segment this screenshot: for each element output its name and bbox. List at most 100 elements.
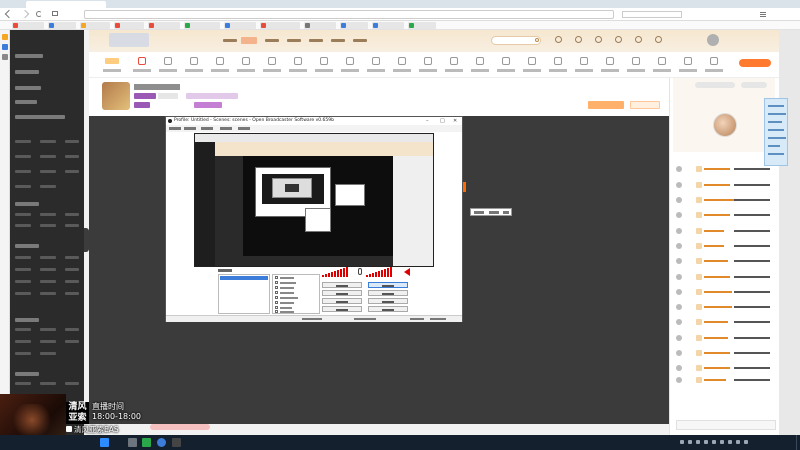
nav-sub-item[interactable]	[40, 256, 56, 259]
browser-tab-active[interactable]	[26, 1, 106, 8]
streamer-avatar[interactable]	[713, 113, 737, 137]
maximize-icon[interactable]: □	[440, 118, 445, 124]
obs-edit-scene-button[interactable]	[322, 290, 362, 296]
category-item[interactable]	[129, 56, 155, 76]
nav-sub-item[interactable]	[15, 382, 31, 385]
nav-item[interactable]	[15, 70, 39, 74]
bookmark-item[interactable]	[12, 22, 44, 29]
nav-sub-item[interactable]	[40, 155, 56, 158]
tray-icon[interactable]	[688, 440, 692, 444]
room-avatar[interactable]	[102, 82, 130, 110]
obs-exit-button[interactable]	[368, 306, 408, 312]
tray-icon[interactable]	[720, 440, 724, 444]
nav-sub-item[interactable]	[40, 213, 56, 216]
obs-menu-item[interactable]	[184, 127, 196, 130]
chat-input[interactable]	[676, 420, 776, 430]
context-menu-item[interactable]	[474, 211, 484, 214]
obs-settings-button[interactable]	[322, 282, 362, 288]
open-live-button[interactable]	[739, 59, 771, 67]
bookmark-item[interactable]	[304, 22, 336, 29]
nav-sub-item[interactable]	[15, 170, 31, 173]
category-item[interactable]	[675, 56, 701, 76]
report-button[interactable]	[630, 101, 660, 109]
bookmark-item[interactable]	[408, 22, 436, 29]
obs-preview[interactable]	[194, 133, 434, 267]
mic-volume-meter[interactable]	[322, 267, 356, 277]
taskbar-app-icon[interactable]	[172, 438, 181, 447]
category-item[interactable]	[415, 56, 441, 76]
header-icon[interactable]	[575, 36, 582, 43]
nav-link[interactable]	[331, 39, 345, 42]
obs-menu-item[interactable]	[169, 127, 181, 130]
category-item[interactable]	[701, 56, 727, 76]
category-item[interactable]	[233, 56, 259, 76]
nav-sub-item[interactable]	[40, 170, 56, 173]
nav-sub-item[interactable]	[65, 280, 79, 283]
context-menu-item[interactable]	[503, 211, 509, 214]
side-widget[interactable]	[764, 98, 788, 166]
header-icon[interactable]	[655, 36, 662, 43]
nav-sub-item[interactable]	[15, 185, 31, 188]
windows-start-icon[interactable]	[100, 438, 109, 447]
nav-link[interactable]	[265, 39, 279, 42]
taskbar-clock[interactable]	[760, 437, 786, 448]
nav-sub-item[interactable]	[65, 268, 79, 271]
nav-sub-item[interactable]	[40, 292, 56, 295]
nav-sub-item[interactable]	[40, 185, 56, 188]
category-item[interactable]	[545, 56, 571, 76]
follow-button[interactable]	[695, 82, 735, 88]
taskbar-app-icon[interactable]	[128, 438, 137, 447]
minimize-icon[interactable]: –	[426, 118, 429, 124]
tray-icon[interactable]	[696, 440, 700, 444]
category-item[interactable]	[493, 56, 519, 76]
history-icon[interactable]	[2, 44, 8, 50]
category-item[interactable]	[363, 56, 389, 76]
bookmark-item[interactable]	[184, 22, 220, 29]
category-item[interactable]	[181, 56, 207, 76]
nav-sub-item[interactable]	[65, 140, 79, 143]
obs-menu-item[interactable]	[220, 127, 232, 130]
home-link[interactable]	[223, 39, 237, 42]
category-item[interactable]	[623, 56, 649, 76]
category-item[interactable]	[649, 56, 675, 76]
nav-sub-item[interactable]	[15, 256, 31, 259]
category-item[interactable]	[285, 56, 311, 76]
nav-link[interactable]	[309, 39, 323, 42]
download-icon[interactable]	[2, 54, 8, 60]
nav-sub-item[interactable]	[15, 213, 31, 216]
obs-scenes-list[interactable]	[218, 274, 270, 314]
nav-item[interactable]	[15, 100, 37, 104]
nav-sub-item[interactable]	[15, 352, 31, 355]
nav-sub-item[interactable]	[40, 382, 56, 385]
nav-sub-item[interactable]	[15, 340, 31, 343]
obs-plugins-button[interactable]	[322, 306, 362, 312]
category-item[interactable]	[519, 56, 545, 76]
obs-menu-item[interactable]	[238, 127, 250, 130]
share-button[interactable]	[588, 101, 624, 109]
menu-icon[interactable]	[760, 12, 766, 13]
room-badge[interactable]	[134, 102, 150, 108]
category-item[interactable]	[389, 56, 415, 76]
mic-icon[interactable]	[358, 268, 362, 275]
bookmark-item[interactable]	[48, 22, 76, 29]
obs-sources-list[interactable]	[272, 274, 320, 314]
reload-icon[interactable]	[36, 11, 42, 17]
nav-link[interactable]	[353, 39, 367, 42]
search-icon[interactable]	[535, 38, 539, 42]
header-icon[interactable]	[555, 36, 562, 43]
room-badge[interactable]	[194, 102, 222, 108]
tray-icon[interactable]	[704, 440, 708, 444]
nav-sub-item[interactable]	[15, 280, 31, 283]
close-icon[interactable]: ✕	[453, 118, 457, 124]
user-avatar[interactable]	[707, 34, 719, 46]
category-item[interactable]	[467, 56, 493, 76]
bookmark-item[interactable]	[148, 22, 180, 29]
nav-item[interactable]	[15, 115, 65, 119]
nav-sub-item[interactable]	[65, 340, 79, 343]
nav-sub-item[interactable]	[40, 268, 56, 271]
nav-sub-item[interactable]	[15, 292, 31, 295]
category-item[interactable]	[597, 56, 623, 76]
obs-menu-item[interactable]	[201, 127, 213, 130]
home-icon[interactable]	[52, 11, 58, 16]
back-icon[interactable]	[4, 9, 14, 19]
